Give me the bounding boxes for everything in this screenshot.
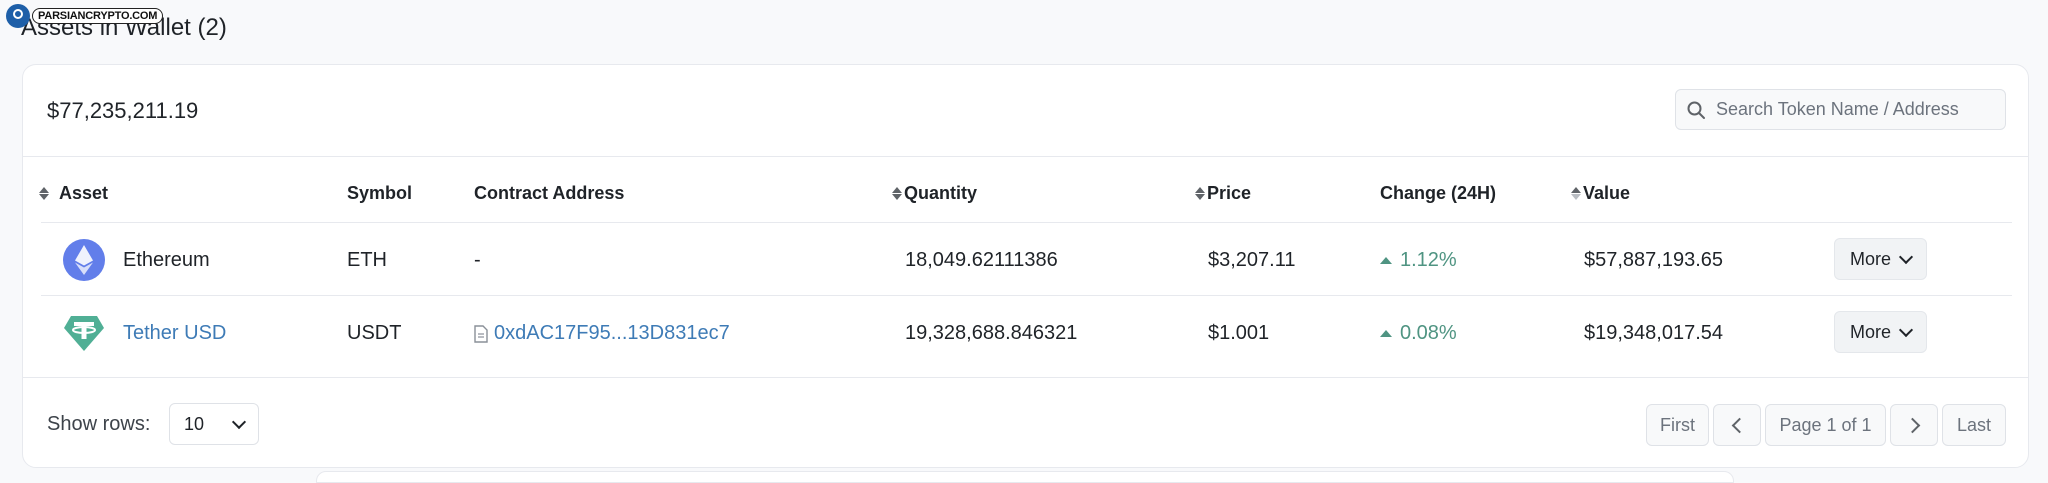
change-value: 0.08% (1400, 322, 1457, 344)
rows-per-page-value: 10 (184, 413, 205, 434)
sort-icon[interactable] (892, 187, 902, 200)
column-header-value-label: Value (1583, 183, 1631, 203)
sort-icon[interactable] (1195, 187, 1205, 200)
last-page-button[interactable]: Last (1942, 404, 2006, 446)
ethereum-icon (63, 239, 105, 281)
symbol-cell: USDT (347, 322, 402, 344)
contract-address-link[interactable]: 0xdAC17F95...13D831ec7 (494, 322, 730, 345)
last-page-label: Last (1956, 414, 1992, 435)
caret-up-icon (1380, 330, 1392, 337)
column-header-contract-label: Contract Address (474, 183, 625, 203)
next-card-edge (316, 471, 1734, 483)
column-header-asset[interactable]: Asset (39, 183, 108, 204)
first-page-button[interactable]: First (1646, 404, 1709, 446)
asset-name-link[interactable]: Tether USD (123, 322, 226, 345)
asset-name: Ethereum (123, 248, 210, 271)
asset-cell: Ethereum (63, 239, 210, 281)
contract-cell: - (474, 249, 481, 271)
more-button[interactable]: More (1834, 238, 1927, 280)
show-rows-label: Show rows: (47, 413, 151, 435)
rows-per-page-select[interactable]: 10 (169, 403, 259, 445)
symbol-cell: ETH (347, 249, 387, 271)
column-header-quantity-label: Quantity (904, 183, 978, 203)
change-cell: 1.12% (1380, 249, 1457, 272)
previous-page-button[interactable] (1713, 404, 1761, 446)
document-icon (474, 324, 488, 343)
price-cell: $1.001 (1208, 322, 1270, 344)
caret-up-icon (1380, 257, 1392, 264)
column-header-price[interactable]: Price (1195, 183, 1251, 204)
quantity-cell: 18,049.62111386 (905, 249, 1058, 271)
contract-cell[interactable]: 0xdAC17F95...13D831ec7 (474, 322, 730, 345)
tether-icon (63, 312, 105, 354)
watermark-text: PARSIANCRYPTO.COM (32, 8, 164, 24)
column-header-symbol-label: Symbol (347, 183, 413, 203)
column-header-symbol: Symbol (347, 183, 412, 204)
column-header-contract: Contract Address (474, 183, 624, 204)
asset-cell: Tether USD (63, 312, 226, 354)
change-cell: 0.08% (1380, 322, 1457, 345)
assets-card: $77,235,211.19 Asset Symbol Contract Add… (22, 64, 2029, 468)
footer-divider (23, 377, 2028, 378)
more-button-label: More (1849, 248, 1891, 269)
row-divider (41, 295, 2012, 296)
table-header-divider (41, 222, 2012, 223)
value-cell: $57,887,193.65 (1584, 249, 1724, 271)
page-indicator: Page 1 of 1 (1765, 404, 1886, 446)
search-input[interactable] (1716, 99, 1996, 120)
chevron-left-icon (1731, 417, 1747, 433)
search-icon (1676, 90, 1716, 130)
quantity-cell: 19,328,688.846321 (905, 322, 1078, 344)
sort-icon[interactable] (39, 187, 49, 200)
column-header-asset-label: Asset (59, 183, 109, 203)
chevron-down-icon (1898, 322, 1914, 337)
next-page-button[interactable] (1890, 404, 1938, 446)
column-header-change-label: Change (24H) (1380, 183, 1497, 203)
search-box[interactable] (1675, 89, 2006, 130)
change-value: 1.12% (1400, 249, 1457, 271)
price-cell: $3,207.11 (1208, 249, 1296, 271)
more-button[interactable]: More (1834, 311, 1927, 353)
column-header-change: Change (24H) (1380, 183, 1496, 204)
sort-icon[interactable] (1571, 187, 1581, 200)
more-button-label: More (1849, 321, 1891, 342)
column-header-quantity[interactable]: Quantity (892, 183, 977, 204)
page-indicator-label: Page 1 of 1 (1779, 414, 1872, 435)
header-divider (23, 156, 2028, 157)
total-value: $77,235,211.19 (47, 98, 199, 123)
watermark: PARSIANCRYPTO.COM (6, 4, 164, 28)
watermark-logo-icon (6, 4, 30, 28)
chevron-right-icon (1904, 417, 1920, 433)
chevron-down-icon (231, 414, 247, 429)
column-header-price-label: Price (1207, 183, 1252, 203)
chevron-down-icon (1898, 249, 1914, 264)
value-cell: $19,348,017.54 (1584, 322, 1724, 344)
column-header-value[interactable]: Value (1571, 183, 1630, 204)
first-page-label: First (1660, 414, 1695, 435)
